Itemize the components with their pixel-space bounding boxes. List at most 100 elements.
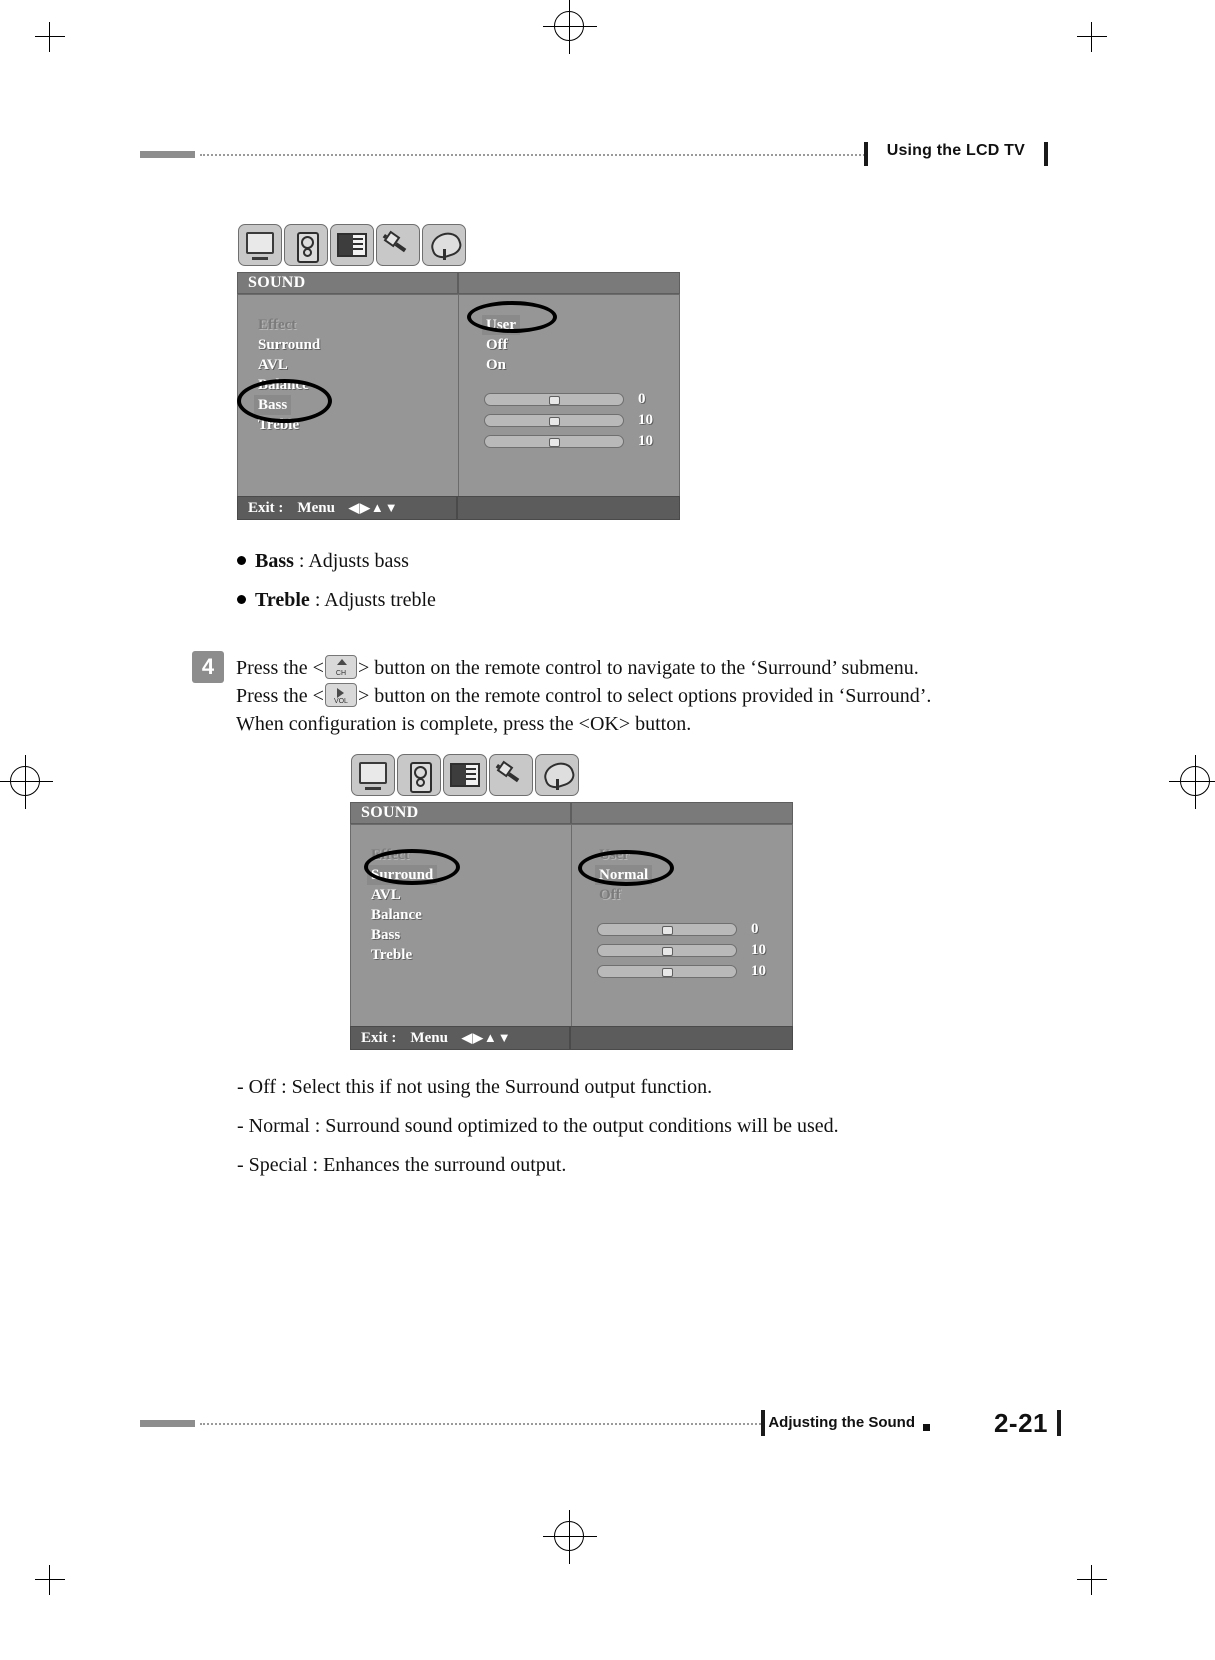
footer-square-bullet-icon [923,1424,930,1431]
osd-slider-treble[interactable] [484,435,624,448]
osd-menu-item-avl[interactable]: AVL [254,355,324,375]
osd-slider-value-treble: 10 [751,963,766,979]
slider-knob[interactable] [662,947,673,956]
page-footer: Adjusting the Sound 2-21 [140,1408,1075,1442]
osd-screenshot-bass-treble: SOUND Effect Surround AVL Balance Bass T… [237,224,680,520]
osd-footer-menu-label[interactable]: Menu [297,500,335,517]
slider-knob[interactable] [662,968,673,977]
bullet-dot-icon [237,595,246,604]
osd-menu-item-effect[interactable]: Effect [254,315,324,335]
registration-mark-left [0,755,53,809]
step-line-1-pre: Press the < [236,657,324,679]
osd-option-off[interactable]: Off [482,335,520,355]
picture-icon[interactable] [443,754,487,796]
slider-knob[interactable] [549,396,560,405]
osd-footer-right-fill [457,496,680,520]
highlight-ellipse-user [467,301,557,333]
crop-mark-top-left-v [49,22,50,52]
picture-icon[interactable] [330,224,374,266]
osd-slider-value-balance: 0 [751,921,759,937]
footer-section-label: Adjusting the Sound [768,1414,915,1431]
footer-dotted-rule [200,1423,765,1426]
osd-footer-arrows[interactable]: ◀▶▲▼ [462,1030,512,1046]
slider-knob[interactable] [549,438,560,447]
footer-tick-right [1057,1410,1061,1436]
osd-titlebar: SOUND [237,272,458,294]
osd-menu-item-avl[interactable]: AVL [367,885,437,905]
osd-footer-right-fill [570,1026,793,1050]
highlight-ellipse-surround [364,849,460,885]
osd-panel-divider [571,825,572,1049]
tool-icon[interactable] [489,754,533,796]
registration-mark-right [1169,755,1215,809]
bullet-desc: : Adjusts treble [309,589,436,611]
step-line-1-post: > button on the remote control to naviga… [357,657,919,679]
osd-slider-balance[interactable] [484,393,624,406]
footer-page-number: 2-21 [993,1408,1048,1438]
osd-slider-balance[interactable] [597,923,737,936]
footer-tick-left [761,1410,765,1436]
osd-footer-arrows[interactable]: ◀▶▲▼ [349,500,399,516]
osd-icon-row [238,224,466,266]
osd-icon-row [351,754,579,796]
channel-button-icon: CH [324,655,357,679]
crop-mark-bottom-right-h [1077,1579,1107,1580]
osd-footer-exit-label: Exit : [248,499,284,516]
osd-footer-menu-label[interactable]: Menu [410,1030,448,1047]
slider-knob[interactable] [549,417,560,426]
osd-footer: Exit : Menu ◀▶▲▼ [237,496,457,520]
osd-slider-value-bass: 10 [638,412,653,428]
satellite-dish-icon[interactable] [535,754,579,796]
crop-mark-bottom-left-v [49,1565,50,1595]
osd-slider-bass[interactable] [597,944,737,957]
description-normal: - Normal : Surround sound optimized to t… [237,1115,839,1137]
header-rule-block [140,151,195,158]
crop-mark-bottom-left-h [35,1579,65,1580]
osd-footer-exit-label: Exit : [361,1029,397,1046]
osd-slider-treble[interactable] [597,965,737,978]
step-number-badge: 4 [192,651,224,683]
osd-menu-item-bass[interactable]: Bass [367,925,437,945]
crop-mark-top-right-v [1091,22,1092,52]
description-off: - Off : Select this if not using the Sur… [237,1076,713,1098]
step-line-2-post: > button on the remote control to select… [357,685,932,707]
bullet-term: Bass [255,550,294,572]
bullet-bass: Bass : Adjusts bass [237,550,409,573]
osd-screenshot-surround: SOUND Effect Surround AVL Balance Bass T… [350,754,793,1050]
tv-icon[interactable] [351,754,395,796]
osd-titlebar-right-fill [458,272,680,294]
description-special: - Special : Enhances the surround output… [237,1154,567,1176]
step-line-1: Press the < CH > button on the remote cont… [236,654,919,682]
osd-option-on[interactable]: On [482,355,520,375]
osd-titlebar-right-fill [571,802,793,824]
osd-slider-bass[interactable] [484,414,624,427]
tv-icon[interactable] [238,224,282,266]
bullet-treble: Treble : Adjusts treble [237,589,436,612]
osd-slider-value-balance: 0 [638,391,646,407]
osd-slider-value-treble: 10 [638,433,653,449]
step-line-2: Press the < VOL > button on the remote con… [236,682,931,710]
crop-mark-bottom-right-v [1091,1565,1092,1595]
osd-panel-divider [458,295,459,519]
crop-mark-top-left-h [35,36,65,37]
osd-menu-item-surround[interactable]: Surround [254,335,324,355]
osd-menu-item-balance[interactable]: Balance [367,905,437,925]
volume-button-icon: VOL [324,683,357,707]
page-header: Using the LCD TV [140,142,1075,172]
speaker-icon[interactable] [397,754,441,796]
registration-mark-top [543,0,597,54]
satellite-dish-icon[interactable] [422,224,466,266]
header-tick-left [864,142,868,166]
osd-menu-item-treble[interactable]: Treble [367,945,437,965]
osd-slider-value-bass: 10 [751,942,766,958]
tool-icon[interactable] [376,224,420,266]
highlight-ellipse-bass-treble [237,379,332,423]
slider-knob[interactable] [662,926,673,935]
bullet-desc: : Adjusts bass [293,550,409,572]
highlight-ellipse-normal-option [578,850,674,886]
header-title: Using the LCD TV [886,142,1025,159]
osd-option-off[interactable]: Off [595,885,652,905]
speaker-icon[interactable] [284,224,328,266]
header-dotted-rule [200,154,868,157]
osd-titlebar: SOUND [350,802,571,824]
